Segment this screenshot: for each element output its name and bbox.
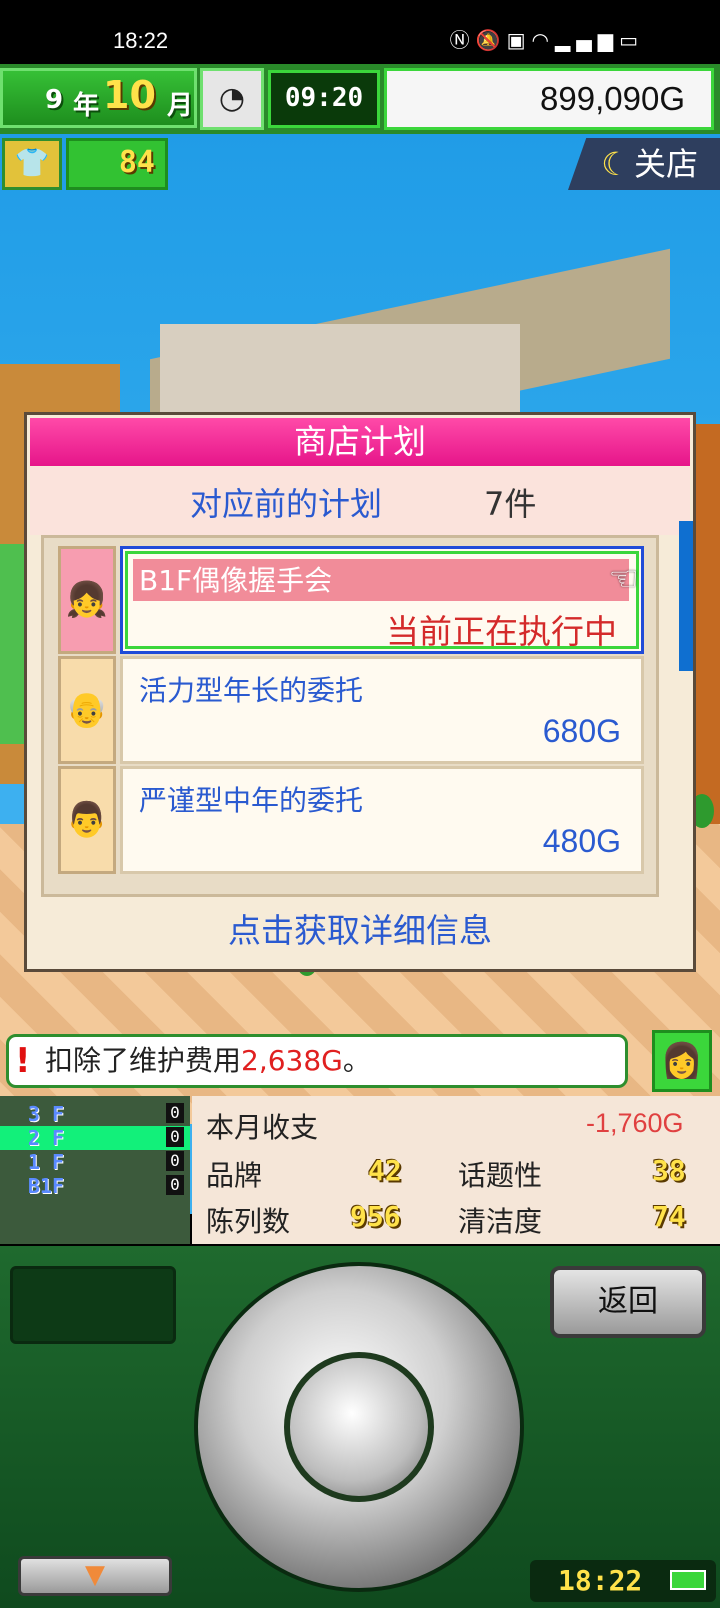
monthly-label: 本月收支 bbox=[206, 1111, 319, 1144]
details-hint[interactable]: 点击获取详细信息 bbox=[30, 897, 690, 965]
middleaged-avatar: 👨 bbox=[58, 766, 116, 874]
message-bar: ! 扣除了维护费用2,638G。 bbox=[6, 1034, 628, 1088]
dialog-subtitle: 对应前的计划 bbox=[190, 485, 383, 523]
status-icons: Ⓝ🔕▣◠▂▄▆▭ bbox=[450, 24, 644, 53]
close-shop-button[interactable]: ☾ 关店 bbox=[568, 138, 720, 190]
month-value: 10 bbox=[103, 73, 156, 117]
floor-row-b1f[interactable]: B1F 0 bbox=[0, 1174, 190, 1198]
date-display: 9 年 10 月 bbox=[0, 68, 197, 128]
plan-item-price: 480G bbox=[542, 823, 621, 859]
floor-label: 3 F bbox=[27, 1102, 64, 1126]
stats-panel: 本月收支 -1,760G 品牌 42 话题性 38 陈列数 956 清洁度 74 bbox=[192, 1096, 720, 1244]
floor-label: 2 F bbox=[27, 1126, 64, 1150]
money-display: 899,090G bbox=[384, 68, 714, 130]
plan-item-energetic-elder[interactable]: 👴 活力型年长的委托 680G bbox=[58, 656, 644, 764]
battery-icon bbox=[670, 1570, 706, 1590]
plan-item-status: 当前正在执行中 bbox=[386, 612, 617, 651]
month-unit: 月 bbox=[167, 91, 194, 121]
topic-value: 38 bbox=[652, 1154, 686, 1187]
mini-screen bbox=[10, 1266, 176, 1344]
nfc-icon: Ⓝ bbox=[449, 28, 476, 52]
clock-icon: ◔ bbox=[200, 68, 264, 130]
year-unit: 年 bbox=[73, 91, 100, 121]
plan-item-name: B1F偶像握手会 bbox=[139, 564, 333, 597]
floor-count: 0 bbox=[166, 1103, 184, 1123]
plan-item-serious-middleaged[interactable]: 👨 严谨型中年的委托 480G bbox=[58, 766, 644, 874]
plan-item-name: 严谨型中年的委托 bbox=[139, 784, 364, 817]
year-value: 9 bbox=[45, 85, 64, 115]
collapse-button[interactable]: ▼ bbox=[18, 1556, 172, 1596]
dialog-subtitle-bar: 对应前的计划 7件 bbox=[30, 467, 690, 535]
brand-label: 品牌 bbox=[206, 1159, 263, 1192]
shop-icon[interactable]: 👕 bbox=[2, 138, 62, 190]
brand-value: 42 bbox=[368, 1154, 402, 1187]
plan-count: 7件 bbox=[484, 485, 537, 523]
plan-item-idol-handshake[interactable]: 👧 B1F偶像握手会 ☜ 当前正在执行中 bbox=[58, 546, 644, 654]
dialog-title: 商店计划 bbox=[30, 418, 690, 466]
close-shop-label: 关店 bbox=[633, 145, 698, 183]
alert-icon: ! bbox=[15, 1041, 31, 1081]
floor-count: 0 bbox=[166, 1175, 184, 1195]
dpad[interactable] bbox=[194, 1262, 524, 1592]
shop-level: 84 bbox=[66, 138, 168, 190]
floor-label: 1 F bbox=[27, 1150, 64, 1174]
dpad-center-button[interactable] bbox=[284, 1352, 434, 1502]
plan-item-body[interactable]: B1F偶像握手会 ☜ 当前正在执行中 bbox=[120, 546, 644, 654]
floor-count: 0 bbox=[166, 1151, 184, 1171]
monthly-value: -1,760G bbox=[586, 1108, 684, 1138]
plan-item-price: 680G bbox=[542, 713, 621, 749]
5g-signal-icon: ▂▄▆ bbox=[554, 28, 620, 52]
floor-label: B1F bbox=[27, 1174, 64, 1198]
message-amount: 2,638G bbox=[241, 1044, 343, 1077]
floor-panel: 3 F 0 2 F 0 1 F 0 B1F 0 bbox=[0, 1096, 190, 1244]
shop-plan-dialog: 商店计划 对应前的计划 7件 👧 B1F偶像握手会 ☜ 当前正在执行中 👴 活力… bbox=[24, 412, 696, 972]
plan-item-body[interactable]: 活力型年长的委托 680G bbox=[120, 656, 644, 764]
advisor-avatar[interactable]: 👩 bbox=[652, 1030, 712, 1092]
floor-row-3f[interactable]: 3 F 0 bbox=[0, 1102, 190, 1126]
device-clock-time: 18:22 bbox=[558, 1564, 643, 1597]
status-time: 18:22 bbox=[113, 28, 169, 53]
hd-icon: ▣ bbox=[506, 28, 532, 52]
display-value: 956 bbox=[350, 1200, 401, 1233]
game-time: 09:20 bbox=[268, 70, 380, 128]
back-button[interactable]: 返回 bbox=[550, 1266, 706, 1338]
display-label: 陈列数 bbox=[206, 1205, 291, 1238]
moon-icon: ☾ bbox=[601, 145, 630, 183]
clean-label: 清洁度 bbox=[458, 1205, 543, 1238]
device-clock: 18:22 bbox=[530, 1560, 716, 1602]
wifi-icon: ◠ bbox=[531, 28, 555, 52]
pointer-hand-icon: ☜ bbox=[608, 559, 639, 599]
topic-label: 话题性 bbox=[458, 1159, 543, 1192]
mute-icon: 🔕 bbox=[475, 28, 507, 52]
floor-row-1f[interactable]: 1 F 0 bbox=[0, 1150, 190, 1174]
triangle-down-icon: ▼ bbox=[85, 1560, 105, 1590]
plan-item-body[interactable]: 严谨型中年的委托 480G bbox=[120, 766, 644, 874]
message-suffix: 。 bbox=[342, 1044, 371, 1077]
status-bar: 18:22 Ⓝ🔕▣◠▂▄▆▭ bbox=[0, 0, 720, 64]
idol-avatar: 👧 bbox=[58, 546, 116, 654]
message-prefix: 扣除了维护费用 bbox=[45, 1044, 242, 1077]
clean-value: 74 bbox=[652, 1200, 686, 1233]
battery-icon: ▭ bbox=[619, 28, 644, 52]
plan-item-name: 活力型年长的委托 bbox=[139, 674, 364, 707]
list-scrollbar[interactable] bbox=[679, 521, 693, 671]
floor-row-2f[interactable]: 2 F 0 bbox=[0, 1126, 190, 1150]
floor-count: 0 bbox=[166, 1127, 184, 1147]
elder-avatar: 👴 bbox=[58, 656, 116, 764]
plan-list[interactable]: 👧 B1F偶像握手会 ☜ 当前正在执行中 👴 活力型年长的委托 680G 👨 严… bbox=[41, 535, 659, 897]
